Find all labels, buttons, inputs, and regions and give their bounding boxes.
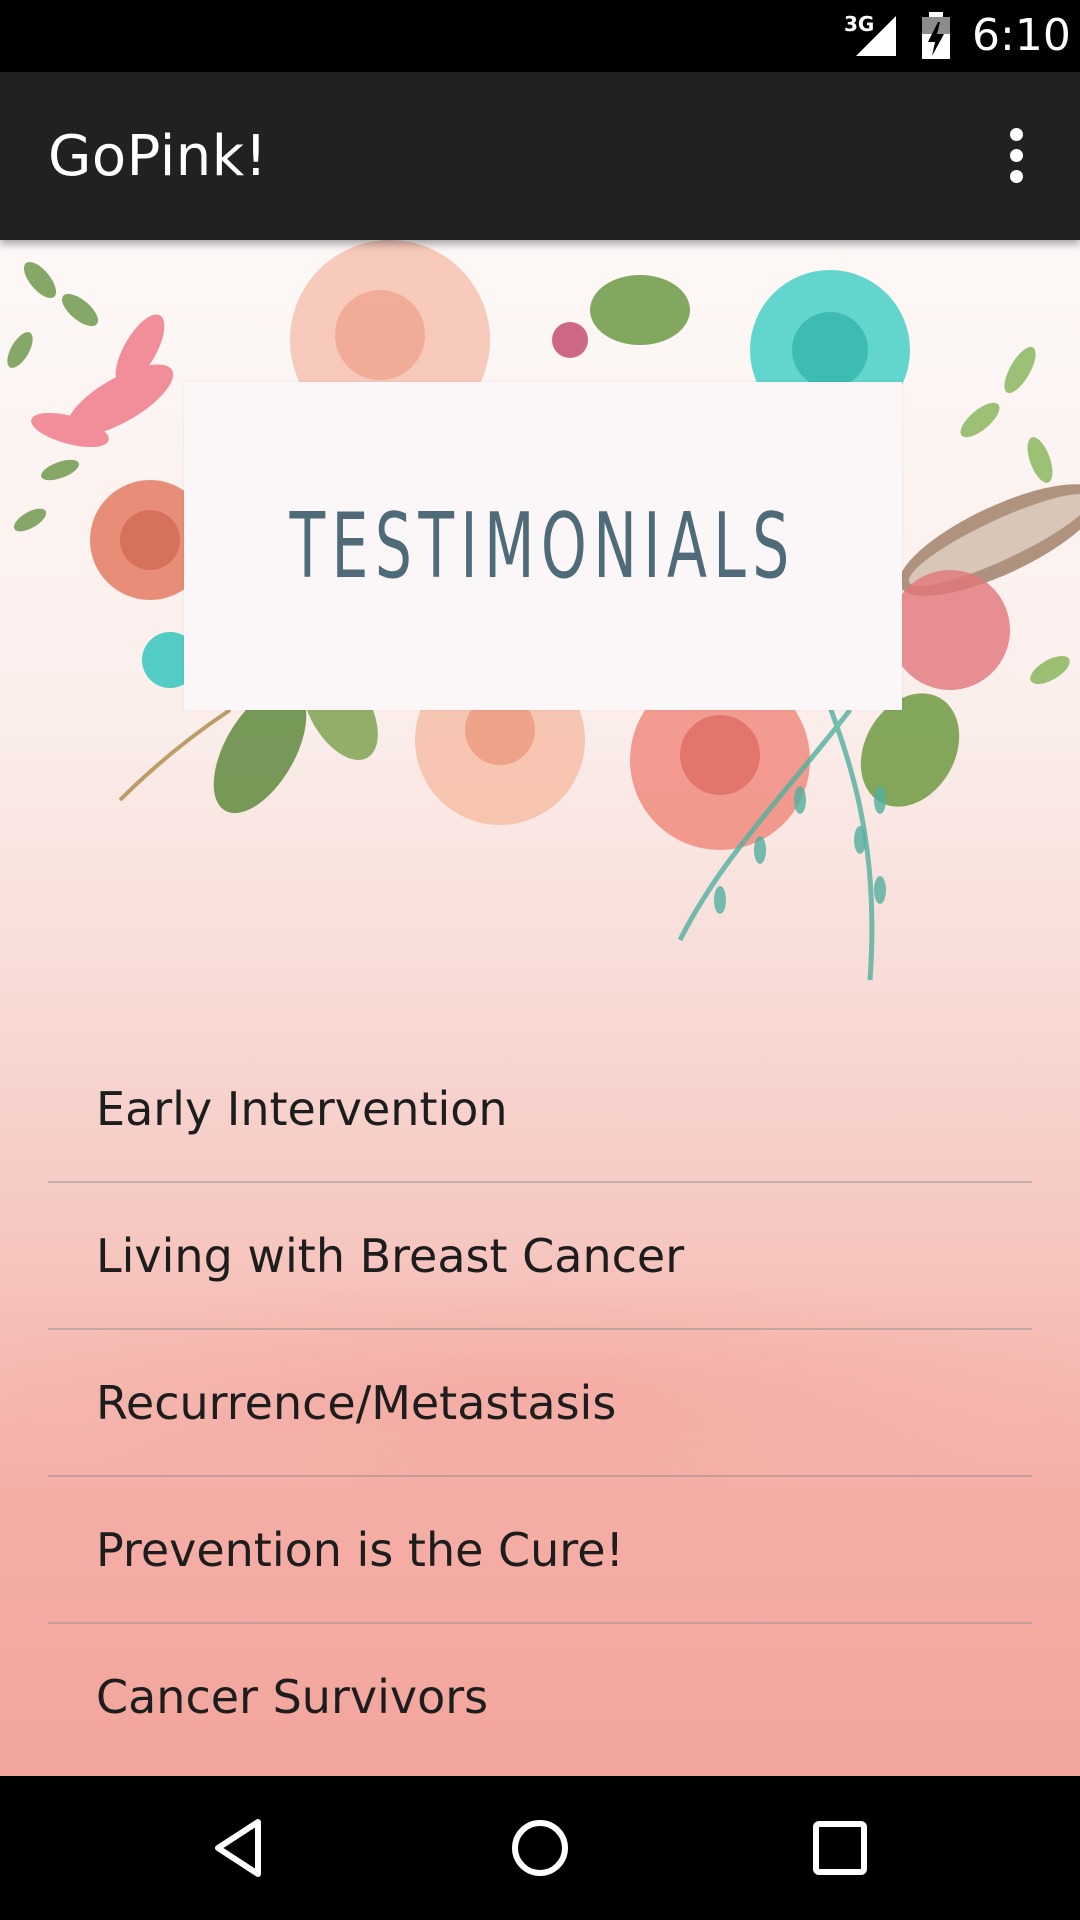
list-item-cancer-survivors[interactable]: Cancer Survivors [48,1624,1032,1771]
recents-icon[interactable] [804,1812,876,1884]
signal-icon [856,16,896,56]
list-item-label: Prevention is the Cure! [96,1523,624,1577]
list-item-recurrence-metastasis[interactable]: Recurrence/Metastasis [48,1330,1032,1477]
testimonials-card: TESTIMONIALS [184,382,902,710]
home-icon[interactable] [504,1812,576,1884]
overflow-menu-icon[interactable] [996,128,1036,188]
status-bar: 3G 6:10 [0,0,1080,72]
content-area: TESTIMONIALS Early Intervention Living w… [0,240,1080,1776]
list-item-label: Early Intervention [96,1082,508,1136]
testimonial-category-list: Early Intervention Living with Breast Ca… [48,1036,1032,1771]
navigation-bar [0,1776,1080,1920]
app-bar: GoPink! [0,72,1080,240]
clock: 6:10 [972,10,1071,61]
list-item-label: Living with Breast Cancer [96,1229,685,1283]
list-item-prevention[interactable]: Prevention is the Cure! [48,1477,1032,1624]
list-item-label: Cancer Survivors [96,1670,489,1724]
list-item-living-with-breast-cancer[interactable]: Living with Breast Cancer [48,1183,1032,1330]
back-icon[interactable] [204,1812,276,1884]
battery-icon [922,12,950,59]
testimonials-heading: TESTIMONIALS [289,493,797,599]
list-item-label: Recurrence/Metastasis [96,1376,617,1430]
testimonials-banner: TESTIMONIALS [0,240,1080,980]
app-title: GoPink! [48,124,268,189]
list-item-early-intervention[interactable]: Early Intervention [48,1036,1032,1183]
